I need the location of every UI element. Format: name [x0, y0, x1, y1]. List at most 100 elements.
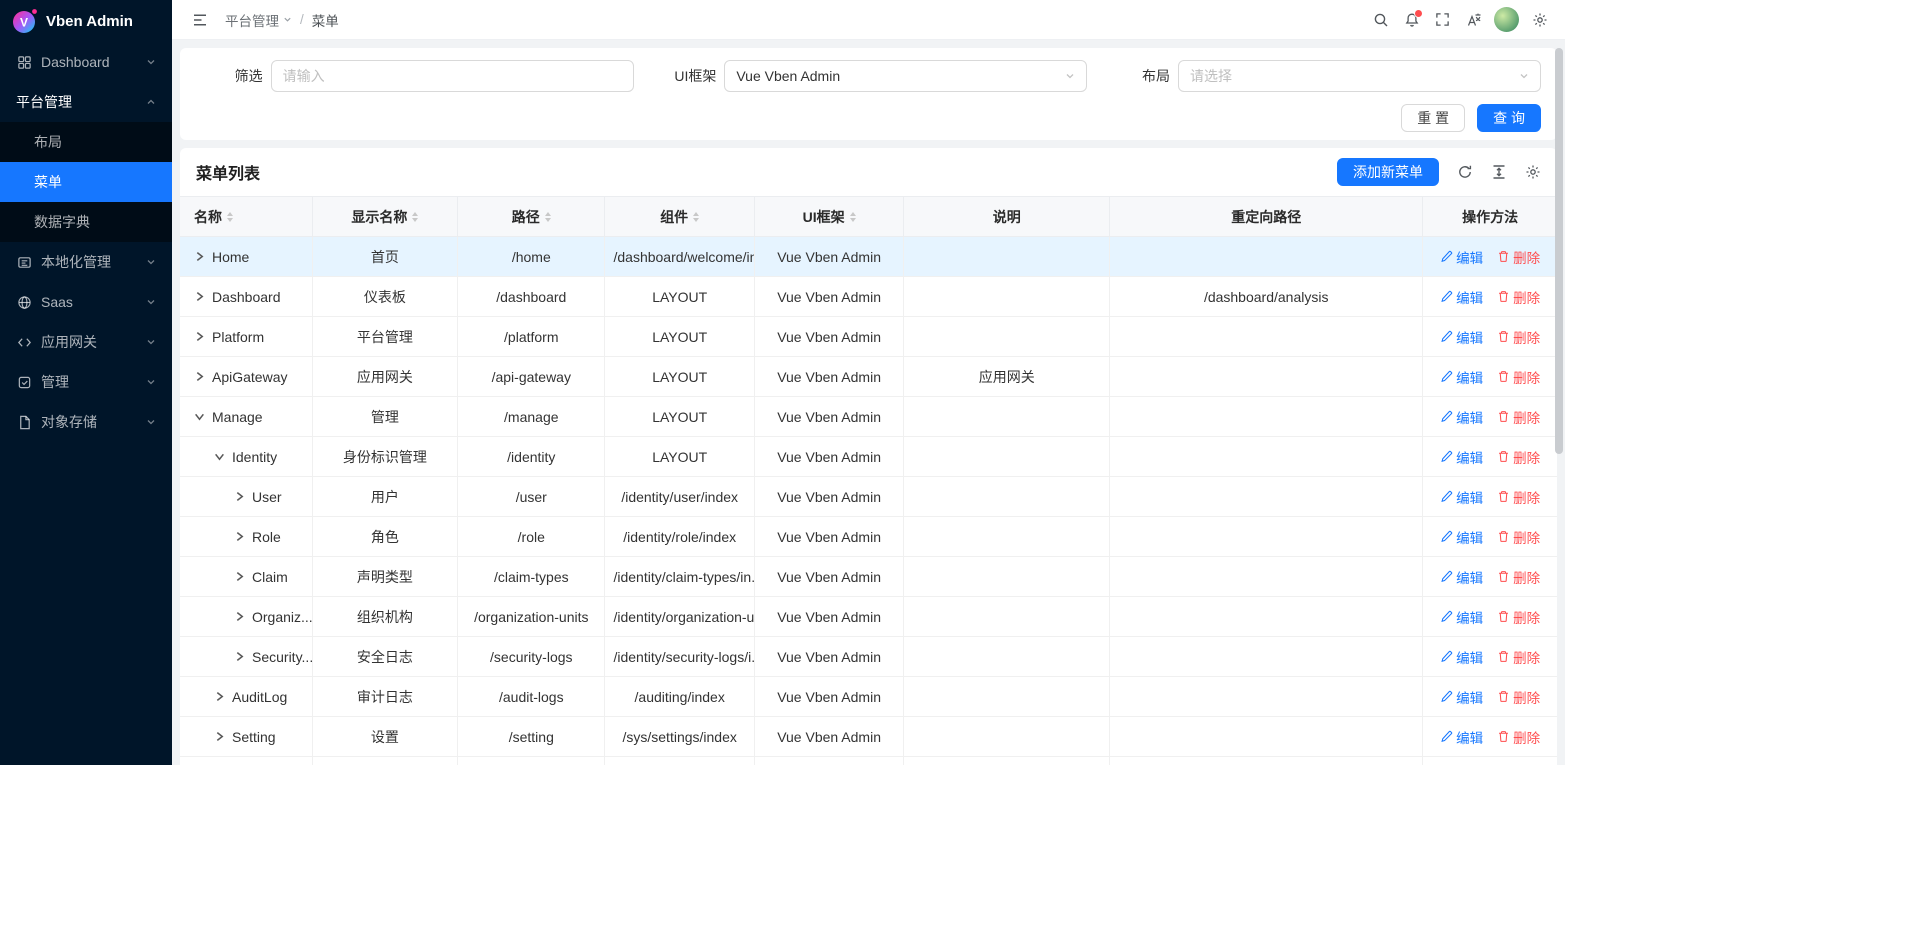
page-scrollbar[interactable] [1555, 48, 1563, 454]
table-row[interactable]: ApiGateway应用网关/api-gatewayLAYOUTVue Vben… [180, 357, 1557, 397]
notification-icon[interactable] [1398, 6, 1425, 33]
sort-icon[interactable] [850, 212, 856, 222]
row-expand-icon[interactable] [194, 371, 205, 382]
row-expand-icon[interactable] [214, 691, 225, 702]
delete-button[interactable]: 删除 [1497, 527, 1540, 547]
add-menu-button[interactable]: 添加新菜单 [1337, 158, 1439, 186]
row-expand-icon[interactable] [194, 331, 205, 342]
column-header[interactable]: 名称 [180, 197, 312, 237]
edit-button[interactable]: 编辑 [1440, 487, 1483, 507]
delete-button[interactable]: 删除 [1497, 487, 1540, 507]
table-row[interactable]: Security...安全日志/security-logs/identity/s… [180, 637, 1557, 677]
row-expand-icon[interactable] [194, 291, 205, 302]
cell-redirect [1110, 597, 1423, 637]
row-name: Platform [212, 329, 264, 345]
table-row[interactable]: Organiz...组织机构/organization-units/identi… [180, 597, 1557, 637]
row-name: Manage [212, 409, 263, 425]
edit-button[interactable]: 编辑 [1440, 567, 1483, 587]
edit-button[interactable]: 编辑 [1440, 247, 1483, 267]
delete-button[interactable]: 删除 [1497, 647, 1540, 667]
edit-button[interactable]: 编辑 [1440, 687, 1483, 707]
table-row[interactable]: Role角色/role/identity/role/indexVue Vben … [180, 517, 1557, 557]
row-expand-icon[interactable] [234, 491, 245, 502]
cell-component: /identity/security-logs/i... [605, 637, 754, 677]
search-button[interactable]: 查 询 [1477, 104, 1541, 132]
table-row[interactable]: User用户/user/identity/user/indexVue Vben … [180, 477, 1557, 517]
column-header[interactable]: 组件 [605, 197, 754, 237]
edit-button[interactable]: 编辑 [1440, 367, 1483, 387]
table-row[interactable]: Platform平台管理/platformLAYOUTVue Vben Admi… [180, 317, 1557, 357]
row-name: Identity [232, 449, 277, 465]
ui-framework-select[interactable]: Vue Vben Admin [724, 60, 1087, 92]
sidebar-item-dashboard[interactable]: Dashboard [0, 42, 172, 82]
sidebar-item-data-dictionary[interactable]: 数据字典 [0, 202, 172, 242]
delete-button[interactable]: 删除 [1497, 567, 1540, 587]
cell-path: /manage [458, 397, 605, 437]
delete-button[interactable]: 删除 [1497, 367, 1540, 387]
edit-button[interactable]: 编辑 [1440, 327, 1483, 347]
column-header[interactable]: 路径 [458, 197, 605, 237]
row-expand-icon[interactable] [194, 251, 205, 262]
breadcrumb-platform[interactable]: 平台管理 [225, 10, 292, 30]
delete-button[interactable]: 删除 [1497, 687, 1540, 707]
sidebar-item-manage[interactable]: 管理 [0, 362, 172, 402]
delete-button[interactable]: 删除 [1497, 407, 1540, 427]
sidebar-item-menu[interactable]: 菜单 [0, 162, 172, 202]
sort-icon[interactable] [693, 212, 699, 222]
delete-button[interactable]: 删除 [1497, 727, 1540, 747]
table-row[interactable]: Setting设置/setting/sys/settings/indexVue … [180, 717, 1557, 757]
row-expand-icon[interactable] [214, 451, 225, 462]
table-row[interactable]: Dashboard仪表板/dashboardLAYOUTVue Vben Adm… [180, 277, 1557, 317]
delete-button[interactable]: 删除 [1497, 247, 1540, 267]
reset-button[interactable]: 重 置 [1401, 104, 1465, 132]
row-expand-icon[interactable] [234, 611, 245, 622]
sidebar-item-object-storage[interactable]: 对象存储 [0, 402, 172, 442]
column-header[interactable]: 显示名称 [312, 197, 457, 237]
sidebar-item-api-gateway[interactable]: 应用网关 [0, 322, 172, 362]
table-settings-icon[interactable] [1525, 164, 1541, 180]
column-header[interactable]: UI框架 [754, 197, 903, 237]
row-expand-icon[interactable] [214, 731, 225, 742]
cell-display: 安全日志 [312, 637, 457, 677]
edit-button[interactable]: 编辑 [1440, 727, 1483, 747]
edit-button[interactable]: 编辑 [1440, 527, 1483, 547]
edit-button[interactable]: 编辑 [1440, 287, 1483, 307]
edit-button[interactable]: 编辑 [1440, 447, 1483, 467]
edit-button[interactable]: 编辑 [1440, 607, 1483, 627]
fullscreen-icon[interactable] [1429, 6, 1456, 33]
table-row[interactable]: Manage管理/manageLAYOUTVue Vben Admin编辑删除 [180, 397, 1557, 437]
table-row[interactable]: AuditLog审计日志/audit-logs/auditing/indexVu… [180, 677, 1557, 717]
sort-icon[interactable] [227, 212, 233, 222]
sidebar-item-localization[interactable]: 本地化管理 [0, 242, 172, 282]
delete-button[interactable]: 删除 [1497, 447, 1540, 467]
cell-description [904, 237, 1110, 277]
layout-select[interactable]: 请选择 [1178, 60, 1541, 92]
refresh-icon[interactable] [1457, 164, 1473, 180]
sidebar-item-layout[interactable]: 布局 [0, 122, 172, 162]
table-row[interactable]: Claim声明类型/claim-types/identity/claim-typ… [180, 557, 1557, 597]
sidebar-collapse-icon[interactable] [186, 6, 213, 33]
translate-icon[interactable] [1460, 6, 1487, 33]
delete-button[interactable]: 删除 [1497, 607, 1540, 627]
edit-button[interactable]: 编辑 [1440, 647, 1483, 667]
delete-button[interactable]: 删除 [1497, 287, 1540, 307]
sort-icon[interactable] [412, 212, 418, 222]
row-expand-icon[interactable] [234, 651, 245, 662]
breadcrumb-menu[interactable]: 菜单 [312, 10, 339, 30]
user-avatar[interactable] [1494, 7, 1519, 32]
row-expand-icon[interactable] [194, 411, 205, 422]
app-logo[interactable]: V Vben Admin [0, 0, 172, 42]
table-row[interactable]: Home首页/home/dashboard/welcome/in...Vue V… [180, 237, 1557, 277]
sidebar-item-saas[interactable]: Saas [0, 282, 172, 322]
row-expand-icon[interactable] [234, 531, 245, 542]
edit-button[interactable]: 编辑 [1440, 407, 1483, 427]
sidebar-item-platform-management[interactable]: 平台管理 [0, 82, 172, 122]
row-expand-icon[interactable] [234, 571, 245, 582]
table-row[interactable]: Identity身份标识管理/identityLAYOUTVue Vben Ad… [180, 437, 1557, 477]
filter-input[interactable] [271, 60, 634, 92]
delete-button[interactable]: 删除 [1497, 327, 1540, 347]
column-height-icon[interactable] [1491, 164, 1507, 180]
sort-icon[interactable] [545, 212, 551, 222]
search-icon[interactable] [1367, 6, 1394, 33]
settings-icon[interactable] [1526, 6, 1553, 33]
